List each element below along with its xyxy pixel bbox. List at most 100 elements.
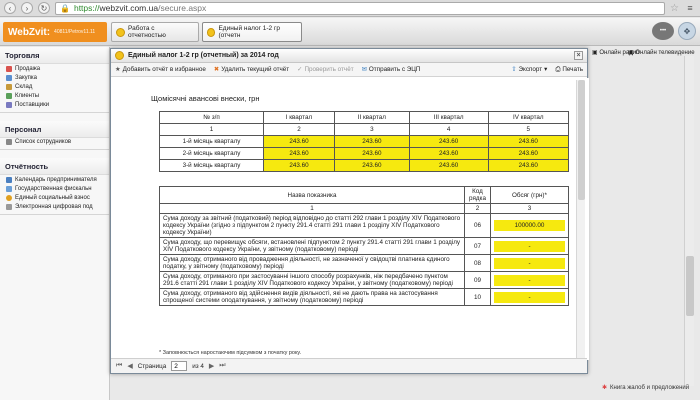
column-number: 1 — [159, 203, 465, 214]
column-header: Назва показника — [159, 186, 465, 204]
online-tv-link[interactable]: ▣ Онлайн телевидение — [628, 49, 695, 56]
complaints-book-link[interactable]: ✱ Книга жалоб и предложений — [602, 384, 689, 392]
advance-cell[interactable]: 243.60 — [487, 159, 570, 172]
sidebar-item-fiscal[interactable]: Государственная фискальн — [0, 184, 109, 193]
sidebar-item-suppliers[interactable]: Поставщики — [0, 100, 109, 112]
prev-page-icon[interactable]: ◀ — [127, 362, 132, 370]
tab-single-tax[interactable]: Единый налог 1-2 гр (отчетн — [202, 22, 302, 42]
column-number: 3 — [490, 203, 569, 214]
indicator-value[interactable]: - — [494, 240, 565, 252]
column-number: 3 — [333, 123, 410, 136]
suppliers-icon — [6, 101, 12, 108]
dialog-scrollbar[interactable] — [576, 80, 585, 358]
line-code: 07 — [464, 237, 491, 255]
tab-reporting[interactable]: Работа с отчетностью — [111, 22, 199, 42]
dialog-title: Единый налог 1-2 гр (отчетный) за 2014 г… — [128, 52, 279, 59]
indicator-description: Сума доходу, отриманого від провадження … — [159, 254, 465, 272]
indicator-value-cell[interactable]: 100000.00 — [490, 213, 569, 238]
sidebar-item-calendar[interactable]: Календарь предпринимателя — [0, 175, 109, 184]
fiscal-icon — [6, 185, 12, 192]
purchase-icon — [6, 74, 12, 81]
table-row: Сума доходу, отриманого при застосуванні… — [159, 271, 569, 289]
line-code: 06 — [464, 213, 491, 238]
app-logo[interactable]: WebZvit: 40811/Petrov11.11 — [3, 22, 107, 42]
column-header: Обсяг (грн)* — [490, 186, 569, 204]
table-number-row: 1 2 3 4 5 — [159, 123, 570, 136]
advance-cell[interactable]: 243.60 — [408, 147, 489, 160]
sidebar-item-sales[interactable]: Продажа — [0, 64, 109, 73]
book-icon: ✱ — [602, 385, 608, 391]
footnote: * Заповнюється наростаючим підсумком з п… — [159, 350, 302, 356]
add-favorite-button[interactable]: ★ Добавить отчёт в избранное — [115, 66, 206, 73]
dialog-titlebar: Единый налог 1-2 гр (отчетный) за 2014 г… — [111, 49, 587, 63]
advances-table: № з/п I квартал II квартал III квартал I… — [159, 111, 570, 172]
table-header-row: Назва показника Код рядка Обсяг (грн)* — [159, 186, 569, 204]
send-icon: ✉ — [361, 66, 367, 73]
print-button[interactable]: ⎙ Печать — [555, 66, 583, 74]
indicator-value[interactable]: 100000.00 — [494, 220, 565, 231]
delete-icon: ✖ — [213, 66, 220, 73]
print-icon: ⎙ — [555, 65, 561, 73]
close-icon[interactable]: × — [574, 51, 583, 60]
url-path: /secure.aspx — [158, 3, 207, 13]
sidebar-item-employees[interactable]: Список сотрудников — [0, 138, 109, 150]
indicator-value[interactable]: - — [494, 291, 565, 303]
move-arrows-icon[interactable]: ✥ — [678, 22, 696, 40]
indicator-value-cell[interactable]: - — [490, 271, 569, 289]
address-bar[interactable]: 🔒 https:// webzvit.com.ua /secure.aspx — [55, 1, 666, 15]
page-count: из 4 — [192, 362, 204, 370]
sidebar-section-personnel: Персонал Список сотрудников — [0, 120, 109, 150]
forward-icon[interactable]: › — [21, 2, 33, 14]
table-row: Сума доходу, що перевищує обсяги, встано… — [159, 237, 569, 255]
page-number-input[interactable] — [171, 361, 188, 371]
export-button[interactable]: ⇪ Экспорт ▾ — [511, 66, 547, 74]
delete-report-button[interactable]: ✖ Удалить текущий отчёт — [214, 66, 289, 73]
page-scrollbar[interactable] — [684, 56, 694, 386]
sidebar-item-warehouse[interactable]: Склад — [0, 82, 109, 91]
sidebar-item-social-tax[interactable]: Единый социальный взнос — [0, 193, 109, 202]
advance-cell[interactable]: 243.60 — [263, 147, 335, 160]
column-header: I квартал — [263, 111, 335, 124]
star-icon: ★ — [115, 66, 121, 73]
send-with-signature-button[interactable]: ✉ Отправить с ЭЦП — [362, 66, 421, 73]
indicator-value-cell[interactable]: - — [490, 237, 569, 255]
warehouse-icon — [6, 83, 12, 90]
advance-cell[interactable]: 243.60 — [333, 135, 410, 148]
table-number-row: 1 2 3 — [159, 203, 569, 214]
clients-icon — [6, 92, 12, 99]
sidebar-item-digital-signature[interactable]: Электронная цифровая под — [0, 202, 109, 214]
column-number: 5 — [487, 123, 570, 136]
advance-cell[interactable]: 243.60 — [487, 147, 570, 160]
dialog-scrollbar-thumb[interactable] — [578, 80, 585, 200]
last-page-icon[interactable]: ⏭ — [219, 362, 225, 370]
indicator-value-cell[interactable]: - — [490, 288, 569, 306]
browser-menu-icon[interactable]: ≡ — [684, 2, 696, 14]
table-row: 3-й місяць кварталу 243.60 243.60 243.60… — [159, 159, 570, 172]
advance-cell[interactable]: 243.60 — [333, 159, 410, 172]
indicator-description: Сума доходу, що перевищує обсяги, встано… — [159, 237, 465, 255]
bookmark-star-icon[interactable]: ☆ — [670, 3, 679, 14]
user-id: 40811/Petrov11.11 — [54, 29, 96, 35]
indicator-value[interactable]: - — [494, 257, 565, 269]
back-icon[interactable]: ‹ — [4, 2, 16, 14]
first-page-icon[interactable]: ⏮ — [116, 362, 122, 370]
advance-cell[interactable]: 243.60 — [333, 147, 410, 160]
check-report-button[interactable]: ✓ Проверить отчёт — [297, 66, 353, 73]
chat-bubble-icon[interactable]: ••• — [652, 22, 674, 40]
advance-cell[interactable]: 243.60 — [263, 159, 335, 172]
advance-cell[interactable]: 243.60 — [408, 159, 489, 172]
reload-icon[interactable]: ↻ — [38, 2, 50, 14]
check-icon: ✓ — [297, 66, 303, 73]
sidebar-item-clients[interactable]: Клиенты — [0, 91, 109, 100]
indicator-value-cell[interactable]: - — [490, 254, 569, 272]
pager-label: Страница — [137, 362, 167, 370]
advance-cell[interactable]: 243.60 — [263, 135, 335, 148]
report-icon — [115, 51, 124, 60]
advance-cell[interactable]: 243.60 — [408, 135, 489, 148]
scrollbar-thumb[interactable] — [686, 256, 694, 316]
column-header: III квартал — [408, 111, 489, 124]
indicator-value[interactable]: - — [494, 274, 565, 286]
next-page-icon[interactable]: ▶ — [209, 362, 214, 370]
advance-cell[interactable]: 243.60 — [487, 135, 570, 148]
sidebar-item-purchase[interactable]: Закупка — [0, 73, 109, 82]
